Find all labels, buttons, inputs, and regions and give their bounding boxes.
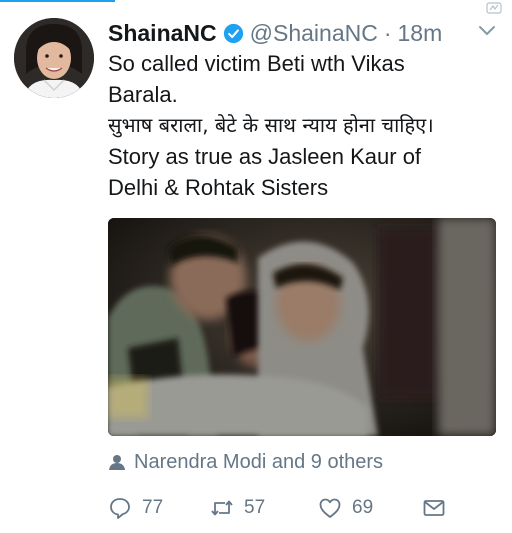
display-name[interactable]: ShainaNC [108,20,217,47]
like-count: 69 [352,497,374,518]
tweet-text-line: सुभाष बराला, बेटे के साथ न्याय होना चाहि… [108,113,434,137]
reply-icon [110,498,130,519]
tweet-header: ShainaNC @ShainaNC · 18m [108,18,442,48]
tweet-text-line: Delhi & Rohtak Sisters [108,175,329,200]
username-handle[interactable]: @ShainaNC [250,20,378,47]
tweet-photo[interactable] [108,218,496,436]
verified-badge-icon [223,23,243,43]
tweet-text-line: Story as true as Jasleen Kaur of [108,144,422,169]
watermark-icon [486,2,502,14]
chevron-down-icon[interactable] [478,25,496,37]
tweet-text: So called victim Beti wth Vikas Barala. … [108,48,504,203]
tweet-card: ShainaNC @ShainaNC · 18m So called victi… [0,0,512,533]
separator-dot: · [383,19,392,46]
reply-button[interactable]: 77 [108,494,163,522]
tweet-actions: 77 57 69 [108,494,504,522]
retweet-button[interactable]: 57 [210,494,265,522]
like-button[interactable]: 69 [318,494,373,522]
photo-image [108,218,496,436]
retweet-icon [211,500,233,516]
reply-count: 77 [142,497,164,518]
direct-message-button[interactable] [422,494,456,522]
liked-by-text: Narendra Modi and 9 others [134,450,384,473]
retweet-count: 57 [244,497,266,518]
heart-icon [319,498,341,518]
envelope-icon [423,500,445,516]
liked-by-row[interactable]: Narendra Modi and 9 others [108,450,383,474]
tweet-text-line: Barala. [108,82,178,107]
person-icon [109,455,125,470]
active-tab-indicator [0,0,115,2]
avatar[interactable] [14,18,94,98]
timestamp[interactable]: 18m [398,20,443,47]
avatar-image [14,18,94,98]
tweet-text-line: So called victim Beti wth Vikas [108,51,405,76]
